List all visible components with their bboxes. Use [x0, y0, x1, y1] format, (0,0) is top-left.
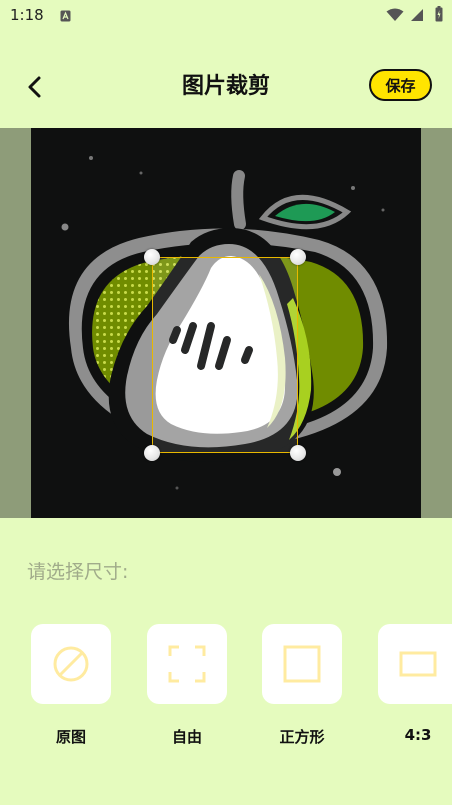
rectangle-4-3-icon [399, 651, 437, 677]
crop-handle-top-left[interactable] [144, 249, 160, 265]
size-prompt: 请选择尺寸: [27, 561, 129, 583]
ratio-icon-box [262, 624, 342, 704]
no-ratio-icon [53, 646, 89, 682]
ratio-icon-box [31, 624, 111, 704]
crop-area[interactable] [0, 128, 452, 518]
ratio-option-free[interactable]: 自由 [147, 624, 227, 746]
save-button[interactable]: 保存 [369, 69, 432, 101]
crop-handle-bottom-right[interactable] [290, 445, 306, 461]
ratio-option-square[interactable]: 正方形 [262, 624, 342, 746]
wifi-icon [386, 8, 404, 21]
ratio-label-original: 原图 [55, 728, 86, 746]
ratio-icon-box [147, 624, 227, 704]
header: 图片裁剪 保存 [0, 44, 452, 128]
crop-handle-bottom-left[interactable] [144, 445, 160, 461]
ratio-option-4-3[interactable]: 4:3 [378, 624, 452, 744]
battery-icon [435, 6, 443, 22]
crop-handle-top-right[interactable] [290, 249, 306, 265]
ratio-label-free: 自由 [171, 728, 202, 746]
app-notification-icon [60, 10, 71, 22]
ratio-icon-box [378, 624, 452, 704]
square-icon [283, 645, 321, 683]
free-crop-icon [168, 645, 206, 683]
ratio-label-square: 正方形 [279, 728, 325, 746]
status-bar: 1:18 [0, 0, 452, 32]
cell-signal-icon [411, 9, 423, 21]
ratio-label-4-3: 4:3 [404, 726, 432, 744]
ratio-option-original[interactable]: 原图 [31, 624, 111, 746]
crop-frame[interactable] [152, 257, 298, 453]
status-time: 1:18 [10, 6, 44, 24]
